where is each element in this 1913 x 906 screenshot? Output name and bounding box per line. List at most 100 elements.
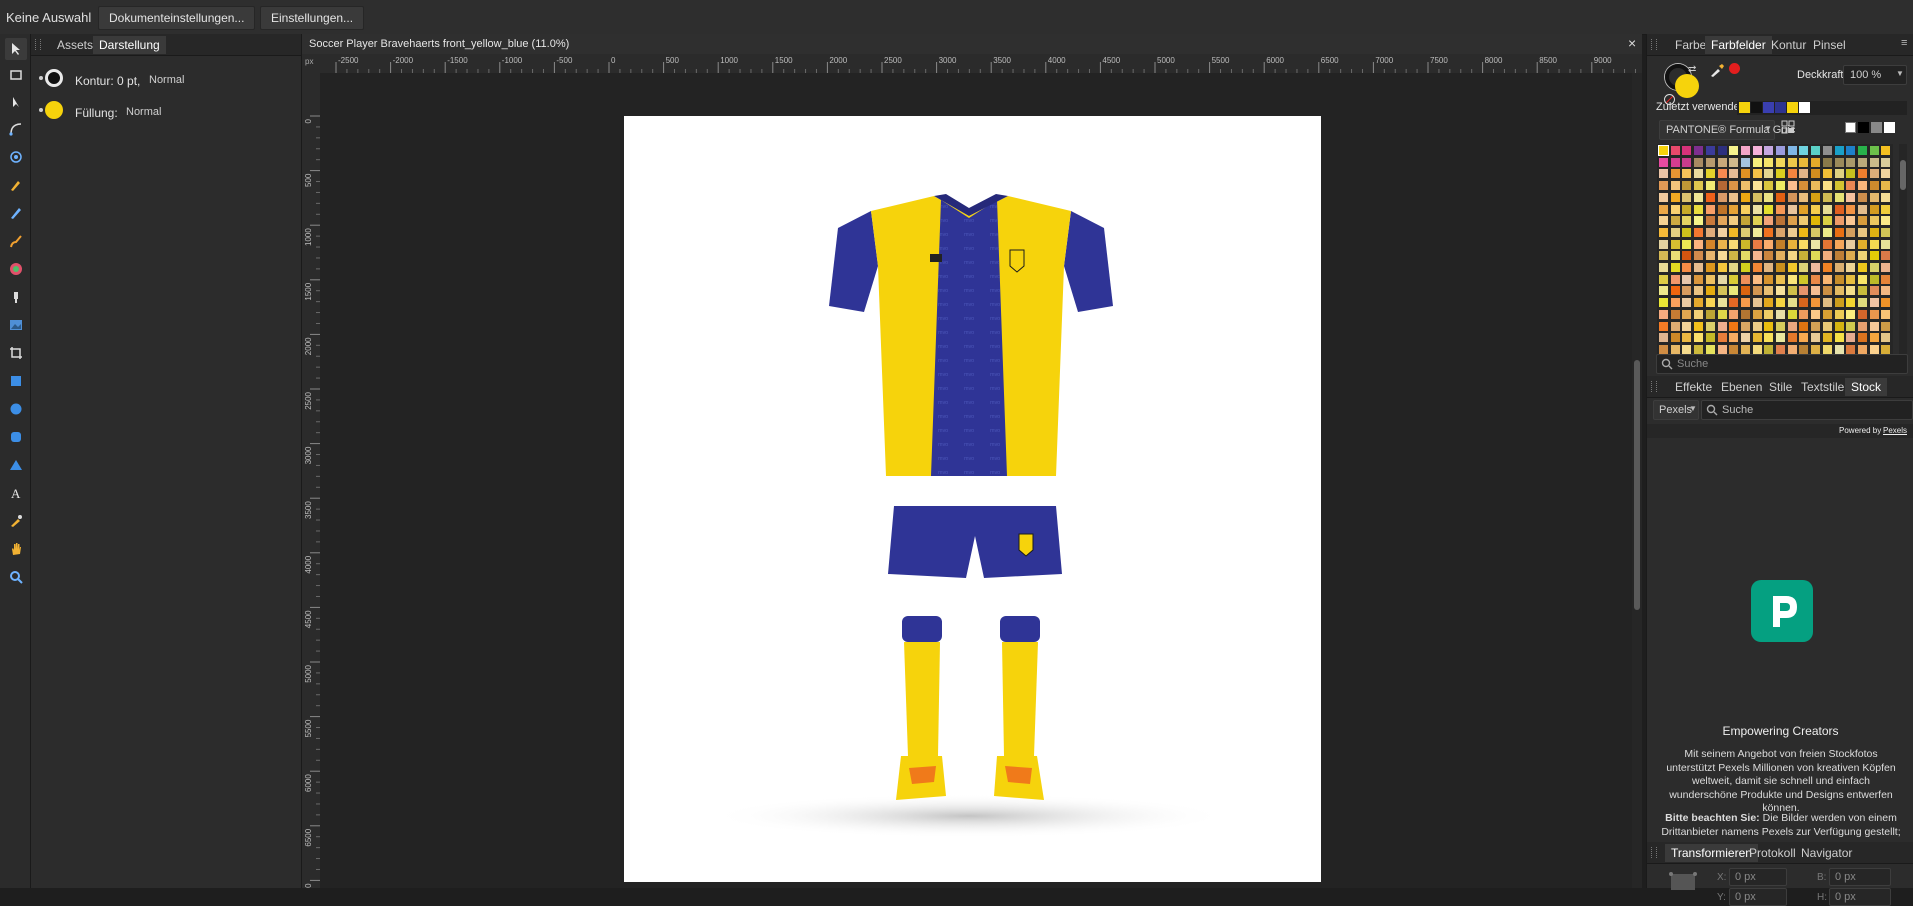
color-swatch[interactable] [1881,286,1891,296]
color-swatch[interactable] [1822,298,1832,308]
color-swatch[interactable] [1869,216,1879,226]
color-swatch[interactable] [1857,157,1867,167]
color-swatch[interactable] [1869,146,1879,155]
palette-options-icon[interactable] [1781,120,1795,134]
color-swatch[interactable] [1811,216,1821,226]
color-swatch[interactable] [1670,192,1680,202]
color-swatch[interactable] [1752,263,1762,272]
color-swatch[interactable] [1670,286,1680,296]
color-swatch[interactable] [1705,251,1715,261]
color-swatch[interactable] [1682,321,1692,331]
color-swatch[interactable] [1787,216,1797,226]
color-swatch[interactable] [1881,157,1891,167]
color-swatch[interactable] [1857,286,1867,296]
tab-assets[interactable]: Assets [51,36,99,54]
h-field[interactable]: 0 px [1829,888,1891,906]
color-swatch[interactable] [1682,333,1692,343]
color-swatch[interactable] [1659,286,1668,296]
color-swatch[interactable] [1717,157,1727,167]
color-swatch[interactable] [1811,239,1821,249]
color-swatch[interactable] [1834,157,1844,167]
color-swatch[interactable] [1764,274,1774,284]
color-swatch[interactable] [1811,286,1821,296]
color-swatch[interactable] [1822,192,1832,202]
color-swatch[interactable] [1705,227,1715,237]
color-swatch[interactable] [1740,216,1750,226]
color-swatch[interactable] [1881,146,1891,155]
color-swatch[interactable] [1776,227,1785,237]
color-swatch[interactable] [1776,239,1785,249]
recent-swatch[interactable] [1775,102,1786,113]
color-swatch[interactable] [1822,146,1832,155]
color-swatch[interactable] [1729,216,1739,226]
color-swatch[interactable] [1670,204,1680,214]
color-swatch[interactable] [1670,227,1680,237]
palette-dropdown[interactable]: PANTONE® Formula Guic ▼ [1659,120,1795,140]
color-swatch[interactable] [1799,157,1809,167]
tab-text-styles[interactable]: Textstile [1795,378,1850,396]
color-swatch[interactable] [1822,216,1832,226]
color-swatch[interactable] [1834,239,1844,249]
color-swatch[interactable] [1740,333,1750,343]
color-swatch[interactable] [1764,181,1774,191]
transparency-tool-icon[interactable] [5,286,27,308]
color-swatch[interactable] [1682,251,1692,261]
color-swatch[interactable] [1869,309,1879,319]
color-swatch[interactable] [1694,321,1704,331]
color-swatch[interactable] [1717,274,1727,284]
color-swatch[interactable] [1740,146,1750,155]
color-swatch[interactable] [1764,192,1774,202]
color-swatch[interactable] [1869,274,1879,284]
color-swatch[interactable] [1811,274,1821,284]
color-swatch[interactable] [1846,181,1856,191]
color-swatch[interactable] [1717,204,1727,214]
color-swatch[interactable] [1787,169,1797,179]
color-swatch[interactable] [1729,321,1739,331]
color-swatch[interactable] [1857,263,1867,272]
color-swatch[interactable] [1705,298,1715,308]
color-swatch[interactable] [1764,146,1774,155]
color-swatch[interactable] [1729,204,1739,214]
tab-history[interactable]: Protokoll [1743,844,1802,862]
color-swatch[interactable] [1752,204,1762,214]
color-swatch[interactable] [1764,157,1774,167]
color-swatch[interactable] [1834,263,1844,272]
color-swatch[interactable] [1740,204,1750,214]
color-swatch[interactable] [1822,274,1832,284]
color-swatch[interactable] [1811,333,1821,343]
color-swatch[interactable] [1729,239,1739,249]
color-swatch[interactable] [1857,251,1867,261]
fill-blend-mode[interactable]: Normal [126,106,161,118]
picked-color-dot[interactable] [1729,63,1740,74]
color-swatch[interactable] [1799,286,1809,296]
color-swatch[interactable] [1717,321,1727,331]
color-swatch[interactable] [1869,181,1879,191]
color-swatch[interactable] [1740,274,1750,284]
color-swatch[interactable] [1705,344,1715,354]
color-swatch[interactable] [1729,169,1739,179]
color-swatch[interactable] [1834,344,1844,354]
color-swatch[interactable] [1776,286,1785,296]
color-swatch[interactable] [1752,309,1762,319]
vertical-ruler[interactable]: 0 500 1000 1500 2000 2500 3000 3500 4000 4500 5000… [302,73,321,888]
color-swatch[interactable] [1857,227,1867,237]
hand-tool-icon[interactable] [5,538,27,560]
color-swatch[interactable] [1764,169,1774,179]
color-swatch[interactable] [1717,251,1727,261]
corner-tool-icon[interactable] [5,118,27,140]
color-swatch[interactable] [1881,204,1891,214]
color-swatch[interactable] [1776,298,1785,308]
color-swatch[interactable] [1659,344,1668,354]
color-picker-icon[interactable] [5,510,27,532]
color-swatch[interactable] [1682,263,1692,272]
color-swatch[interactable] [1752,157,1762,167]
none-swatch[interactable] [1845,122,1856,133]
color-swatch[interactable] [1682,344,1692,354]
color-swatch[interactable] [1846,251,1856,261]
color-swatch[interactable] [1787,274,1797,284]
color-swatch[interactable] [1881,239,1891,249]
color-swatch[interactable] [1857,333,1867,343]
color-swatch[interactable] [1729,274,1739,284]
triangle-tool-icon[interactable] [5,454,27,476]
color-swatch[interactable] [1834,227,1844,237]
